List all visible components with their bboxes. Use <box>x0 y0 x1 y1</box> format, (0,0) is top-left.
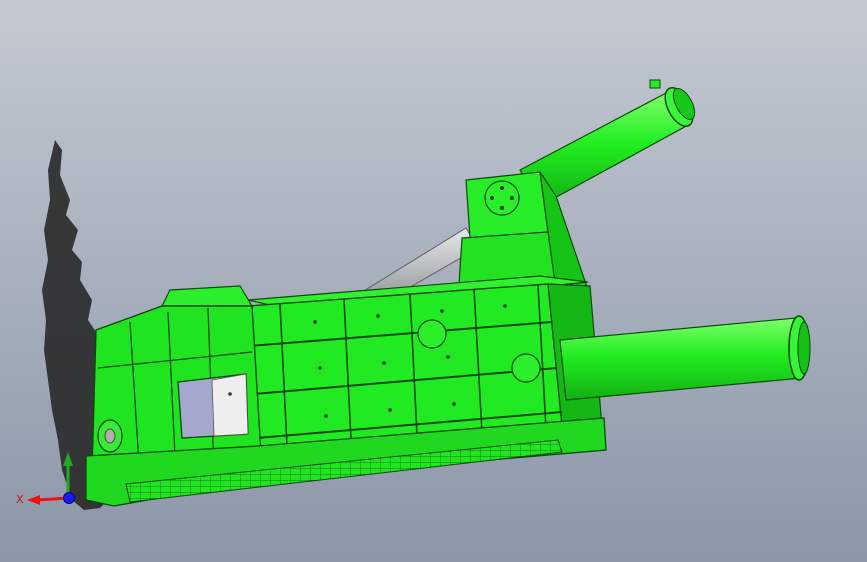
z-axis-dot <box>63 492 75 504</box>
x-axis-label: X <box>16 493 24 506</box>
model-view[interactable]: X <box>0 0 867 562</box>
cad-viewport[interactable]: X <box>0 0 867 562</box>
